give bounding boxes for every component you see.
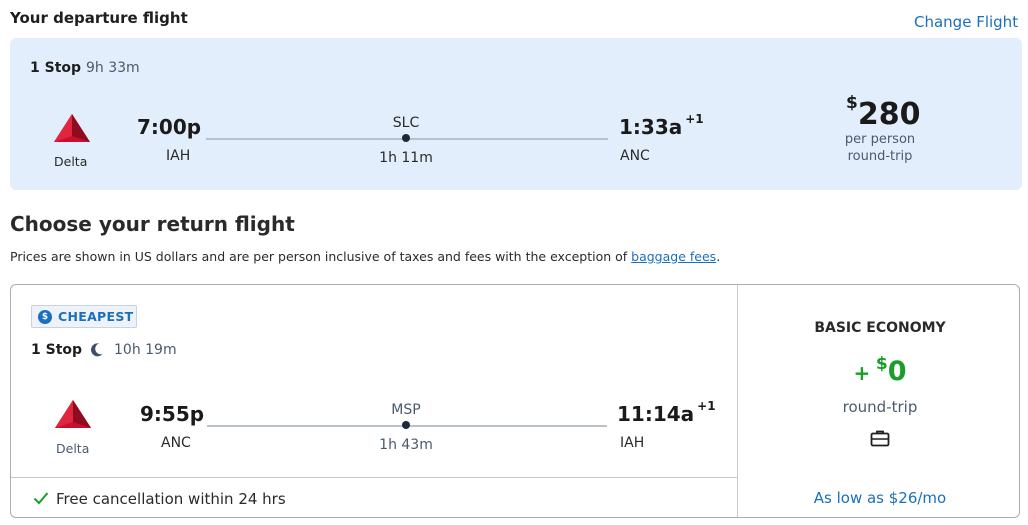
disclaimer-text: Prices are shown in US dollars and are p… [10,249,632,264]
departure-price: $280 [846,93,921,132]
badge-label: CHEAPEST [58,309,134,324]
departure-origin-code: IAH [166,148,191,164]
delta-logo-icon [55,400,91,428]
departure-via: SLC [392,115,420,131]
delta-logo-icon [54,114,90,142]
return-airline: Delta [56,441,90,456]
departure-stop-dot [402,134,410,142]
arrival-time-value: 1:33a [619,115,683,139]
fare-class-label: BASIC ECONOMY [814,320,946,336]
fare-currency: $ [875,354,888,374]
return-duration: 10h 19m [114,342,177,358]
baggage-fees-link[interactable]: baggage fees [631,249,716,264]
disclaimer-suffix: . [716,249,721,264]
departure-layover: 1h 11m [379,150,433,166]
fare-amount: 0 [887,356,907,387]
departure-airline: Delta [54,154,88,169]
return-stops: 1 Stop [31,342,83,358]
departure-duration: 9h 33m [86,60,140,76]
price-per-person: per person [844,132,916,147]
return-via: MSP [391,402,421,418]
departure-time: 7:00p [137,115,202,139]
price-amount: 280 [857,97,921,132]
price-disclaimer: Prices are shown in US dollars and are p… [10,249,720,264]
departure-stops: 1 Stop [30,60,82,76]
moon-icon [91,343,103,357]
price-round-trip: round-trip [847,149,913,164]
return-origin-code: ANC [161,435,191,451]
return-arrival-day-offset: +1 [697,399,716,413]
return-destination-code: IAH [620,435,645,451]
return-arrival-time-value: 11:14a [617,402,695,426]
change-flight-link[interactable]: Change Flight [914,13,1018,31]
dollar-badge-icon: $ [38,309,52,324]
fare-plus: + [853,361,871,385]
card-divider-horizontal [11,477,737,478]
monthly-payment-link[interactable]: As low as $26/mo [760,489,1000,507]
free-cancellation-text: Free cancellation within 24 hrs [56,490,286,508]
price-currency: $ [846,93,858,113]
departure-destination-code: ANC [620,148,650,164]
return-departure-time: 9:55p [140,402,205,426]
return-heading: Choose your return flight [10,212,295,236]
arrival-time: 1:33a +1 [619,112,704,139]
check-icon [33,492,49,505]
card-divider-vertical [737,285,738,517]
return-arrival-time: 11:14a +1 [617,399,716,426]
departure-heading: Your departure flight [10,9,188,27]
return-stop-dot [402,421,410,429]
arrival-day-offset: +1 [685,112,704,126]
return-layover: 1h 43m [379,437,433,453]
fare-round-trip: round-trip [842,398,918,416]
briefcase-icon [870,430,890,447]
cheapest-badge: $ CHEAPEST [31,305,137,328]
fare-price[interactable]: + $0 [760,354,1000,387]
